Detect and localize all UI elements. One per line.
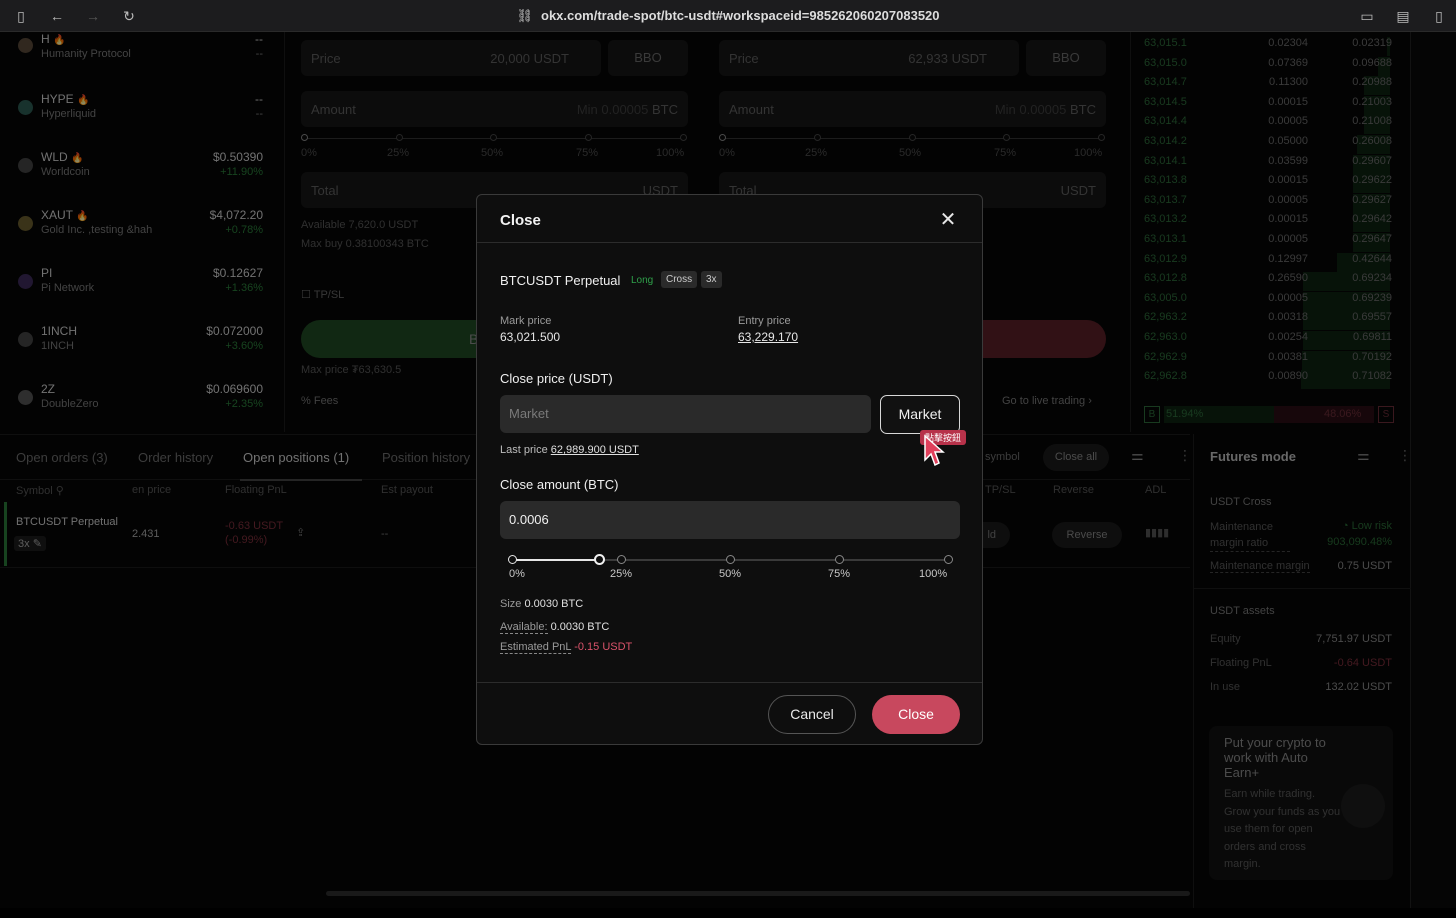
last-price-value[interactable]: 62,989.900 USDT (551, 444, 639, 456)
dialog-title: Close (500, 212, 541, 229)
slider-fill (512, 559, 600, 561)
address-bar[interactable]: ⛓ okx.com/trade-spot/btc-usdt#workspaceid… (0, 8, 1456, 24)
cancel-button[interactable]: Cancel (768, 695, 856, 734)
close-price-placeholder: Market (509, 406, 549, 421)
slider-label: 25% (610, 568, 633, 580)
slider-label: 100% (919, 568, 948, 580)
browser-toolbar: ▯ ← → ↻ ⛓ okx.com/trade-spot/btc-usdt#wor… (0, 0, 1456, 32)
close-icon[interactable]: ✕ (937, 209, 959, 231)
size-row: Size 0.0030 BTC (500, 598, 584, 610)
slider-label: 75% (828, 568, 851, 580)
close-price-label: Close price (USDT) (500, 371, 613, 386)
close-amount-input[interactable]: 0.0006 (500, 501, 960, 539)
side-badge: Long (631, 275, 654, 286)
split-view-icon[interactable]: ▯ (1430, 7, 1448, 25)
slider-dot[interactable] (508, 555, 517, 564)
slider-label: 0% (509, 568, 525, 580)
instrument-name: BTCUSDT Perpetual (500, 273, 621, 288)
divider (477, 242, 982, 243)
url-text: okx.com/trade-spot/btc-usdt#workspaceid=… (541, 8, 940, 23)
slider-dot[interactable] (726, 555, 735, 564)
slider-label: 50% (719, 568, 742, 580)
close-price-input[interactable]: Market (500, 395, 871, 433)
last-price-row: Last price 62,989.900 USDT (500, 444, 639, 456)
divider (477, 682, 982, 683)
close-amount-label: Close amount (BTC) (500, 477, 619, 492)
link-icon: ⛓ (516, 8, 533, 23)
slider-dot[interactable] (944, 555, 953, 564)
close-position-dialog: Close ✕ BTCUSDT Perpetual Long Cross 3x … (476, 194, 983, 745)
margin-mode-badge: Cross (661, 271, 698, 288)
available-row: Available: 0.0030 BTC (500, 621, 610, 634)
mark-price-label: Mark price (500, 315, 552, 327)
translate-icon[interactable]: ▤ (1394, 7, 1412, 25)
leverage-badge: 3x (701, 271, 722, 288)
slider-knob[interactable] (594, 554, 605, 565)
slider-dot[interactable] (835, 555, 844, 564)
entry-price-value: 63,229.170 (738, 330, 799, 344)
chat-icon[interactable]: ▭ (1358, 7, 1376, 25)
confirm-close-button[interactable]: Close (872, 695, 960, 734)
mouse-cursor-icon (924, 434, 945, 467)
entry-price-label: Entry price (738, 315, 791, 327)
slider-dot[interactable] (617, 555, 626, 564)
est-pnl-row: Estimated PnL -0.15 USDT (500, 641, 633, 654)
market-button[interactable]: Market (880, 395, 960, 434)
mark-price-value: 63,021.500 (500, 330, 561, 344)
close-amount-value: 0.0006 (509, 512, 549, 527)
